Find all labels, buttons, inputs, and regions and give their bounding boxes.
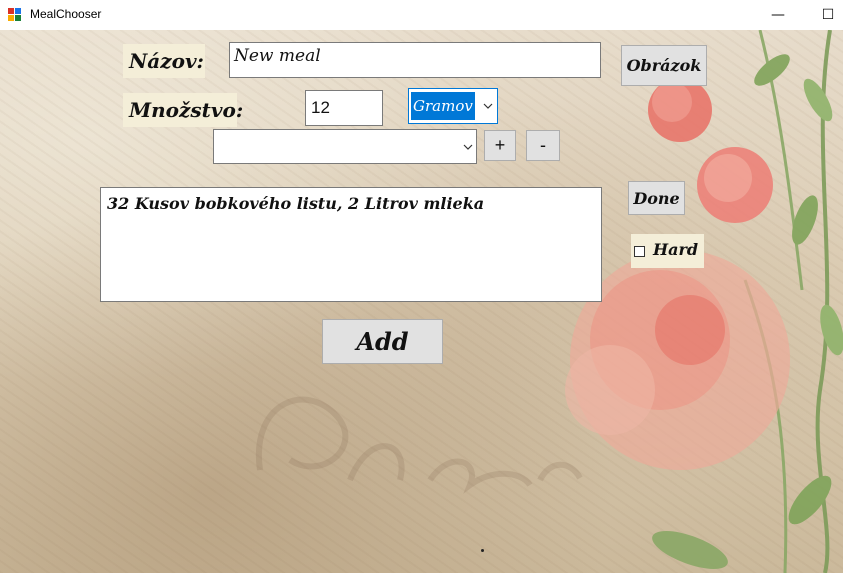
ingredients-textarea[interactable]: 32 Kusov bobkového listu, 2 Litrov mliek… (100, 187, 602, 302)
window-app-icon (8, 8, 22, 22)
add-ingredient-button[interactable]: + (484, 130, 516, 161)
unit-selected-value: Gramov (411, 92, 475, 120)
add-meal-button[interactable]: Add (322, 319, 443, 364)
chevron-down-icon (463, 144, 473, 150)
quantity-label: Množstvo: (123, 93, 243, 127)
hard-label: Hard (653, 240, 699, 259)
hard-checkbox-container[interactable]: Hard (631, 234, 704, 268)
maximize-button[interactable]: ☐ (805, 0, 843, 30)
name-label: Názov: (123, 44, 205, 78)
watermark-logo (255, 396, 583, 494)
name-input[interactable]: New meal (229, 42, 601, 78)
minimize-button[interactable]: — (755, 0, 801, 30)
remove-ingredient-button[interactable]: - (526, 130, 560, 161)
done-button[interactable]: Done (628, 181, 685, 215)
unit-select[interactable]: Gramov (408, 88, 498, 124)
ingredient-select[interactable] (213, 129, 477, 164)
quantity-input[interactable]: 12 (305, 90, 383, 126)
window-title: MealChooser (30, 7, 102, 21)
form-client-area: Názov: New meal Obrázok Množstvo: 12 Gra… (0, 30, 843, 573)
chevron-down-icon (483, 103, 493, 109)
title-bar: MealChooser — ☐ (0, 0, 843, 30)
hard-checkbox[interactable] (634, 246, 645, 257)
image-button[interactable]: Obrázok (621, 45, 707, 86)
speck (481, 549, 484, 552)
